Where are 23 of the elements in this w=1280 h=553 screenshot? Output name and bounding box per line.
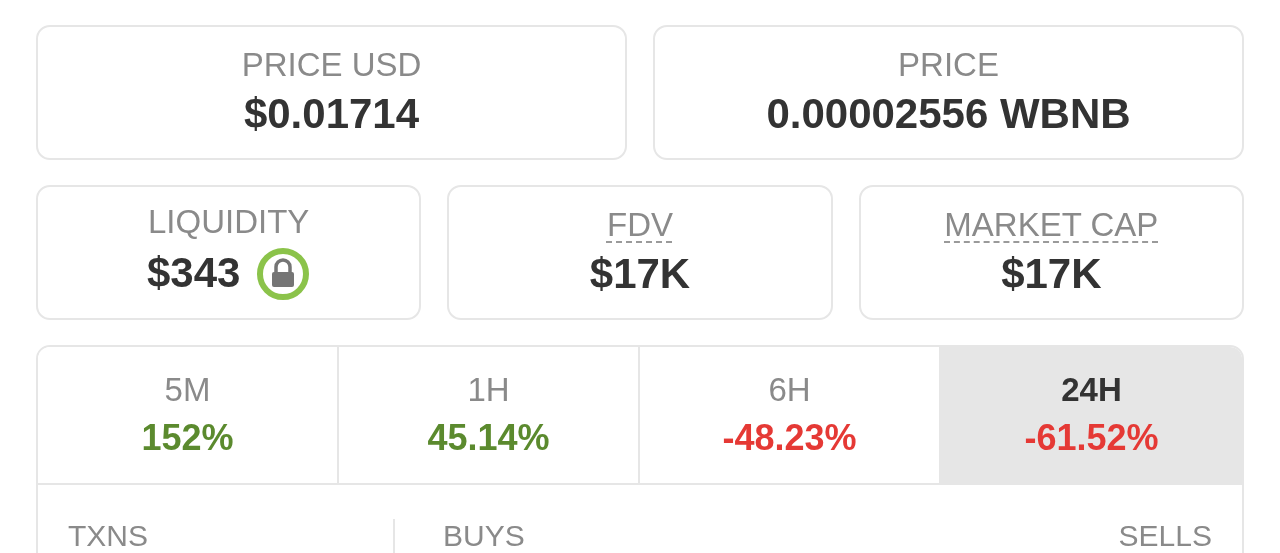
- stat-label: MARKET CAP: [944, 207, 1159, 244]
- stat-value: $17K: [589, 249, 691, 298]
- price-change: -61.52%: [1024, 417, 1159, 459]
- stat-label: LIQUIDITY: [148, 204, 310, 241]
- stat-value: $0.01714: [243, 89, 420, 138]
- timeframe-tab[interactable]: 24H -61.52%: [941, 347, 1242, 483]
- timeframe-label: 24H: [1061, 371, 1122, 409]
- stat-label: PRICE: [898, 47, 999, 84]
- price-change: 152%: [141, 417, 234, 459]
- timeframe-tab[interactable]: 5M 152%: [38, 347, 339, 483]
- sells-label: SELLS: [1118, 519, 1212, 553]
- stat-value: $17K: [1001, 249, 1102, 298]
- txns-label: TXNS: [68, 519, 148, 553]
- timeframe-label: 1H: [467, 371, 510, 409]
- stat-value: 0.00002556 WBNB: [766, 89, 1131, 138]
- price-change: 45.14%: [427, 417, 550, 459]
- buys-label: BUYS: [443, 519, 525, 553]
- stat-value: $343: [146, 249, 241, 298]
- timeframe-label: 6H: [768, 371, 811, 409]
- timeframe-label: 5M: [164, 371, 211, 409]
- price-change: -48.23%: [722, 417, 857, 459]
- stat-label: FDV: [607, 207, 673, 244]
- stat-label: PRICE USD: [241, 47, 422, 84]
